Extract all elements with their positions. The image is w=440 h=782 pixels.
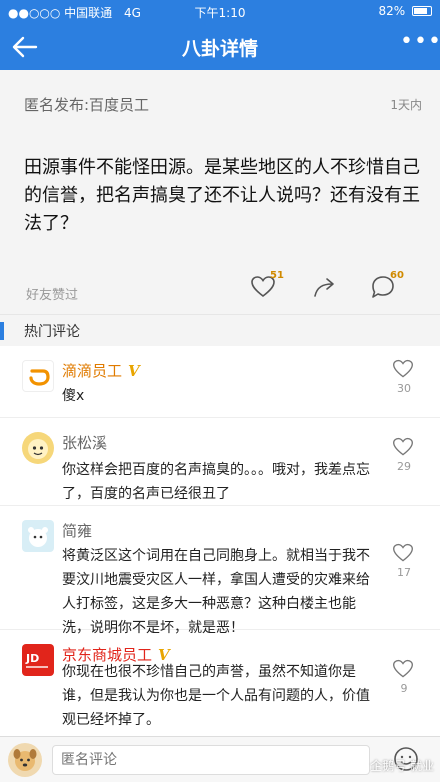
more-icon: ••• — [400, 29, 440, 54]
status-right: 82% — [378, 4, 432, 18]
battery-percent: 82% — [378, 4, 406, 18]
comment-like-button[interactable] — [392, 436, 416, 462]
comment-button[interactable]: 60 — [370, 270, 414, 304]
comment-text: 你这样会把百度的名声搞臭的。。。哦对，我差点忘了，百度的名声已经很丑了 — [62, 462, 370, 502]
comment-like-count: 29 — [397, 460, 411, 473]
comment-author: 滴滴员工 V — [62, 360, 140, 381]
heart-icon — [393, 659, 413, 678]
friends-liked-label: 好友赞过 — [26, 288, 79, 303]
comment-text: 你现在也很不珍惜自己的声誉，虽然不知道你是谁，但是我认为你也是一个人品有问题的人… — [62, 664, 370, 728]
comment-item: 简雍 将黄泛区这个词用在自己同胞身上。就相当于我不要汶川地震受灾区人一样，拿国人… — [0, 506, 440, 636]
comment-count: 60 — [390, 270, 404, 281]
nav-bar: 八卦详情 ••• — [0, 24, 440, 70]
cartoon-avatar-icon — [28, 439, 48, 459]
comment-like-count: 17 — [397, 566, 411, 579]
section-accent-bar — [0, 322, 4, 340]
avatar — [22, 520, 54, 552]
heart-icon — [393, 543, 413, 562]
comment-author: 简雍 — [62, 520, 92, 541]
hot-comments-title: 热门评论 — [24, 324, 80, 340]
heart-icon — [393, 437, 413, 456]
comment-item: 张松溪 你这样会把百度的名声搞臭的。。。哦对，我差点忘了，百度的名声已经很丑了 … — [0, 418, 440, 506]
comment-like-count: 9 — [400, 682, 408, 695]
comment-like-button[interactable] — [392, 658, 416, 684]
watermark: 企鹅号 就业 — [370, 759, 434, 773]
heart-icon — [393, 359, 413, 378]
battery-icon — [412, 6, 432, 16]
post-author: 匿名发布:百度员工 — [24, 96, 150, 114]
page-title: 八卦详情 — [181, 38, 258, 60]
comment-input[interactable] — [52, 745, 370, 775]
animal-avatar-icon — [28, 527, 48, 547]
comment-item: JD 京东商城员工 V 你现在也很不珍惜自己的声誉，虽然不知道你是谁，但是我认为你… — [0, 630, 440, 736]
status-bar: ●●○○○ 中国联通 4G 下午1:10 82% — [0, 0, 440, 22]
comment-like-count: 30 — [397, 382, 411, 395]
avatar — [22, 360, 54, 392]
author-name: 简雍 — [62, 522, 93, 540]
avatar: JD — [22, 644, 54, 676]
comment-item: 滴滴员工 V 傻x 30 — [0, 346, 440, 418]
more-button[interactable]: ••• — [400, 30, 440, 60]
like-count: 51 — [270, 270, 284, 281]
comment-text: 傻x — [62, 388, 85, 404]
post-content: 田源事件不能怪田源。是某些地区的人不珍惜自己的信誉，把名声搞臭了还不让人说吗？还… — [24, 157, 420, 234]
status-time: 下午1:10 — [194, 6, 246, 20]
hot-comments-header: 热门评论 — [0, 314, 440, 346]
like-button[interactable]: 51 — [250, 270, 290, 304]
comment-author: 张松溪 — [62, 432, 107, 453]
jd-logo-icon: JD — [25, 652, 48, 668]
post-card: 匿名发布:百度员工 1天内 田源事件不能怪田源。是某些地区的人不珍惜自己的信誉，… — [0, 70, 440, 314]
post-time: 1天内 — [390, 98, 422, 112]
dog-avatar-icon — [13, 749, 37, 771]
comment-input-bar: 企鹅号 就业 — [0, 736, 440, 782]
user-avatar[interactable] — [8, 743, 42, 777]
comment-like-button[interactable] — [392, 358, 416, 384]
comment-list: 滴滴员工 V 傻x 30 张松溪 你这样会把百度的名声搞臭的。。。哦对，我差点忘了… — [0, 346, 440, 736]
share-icon — [314, 278, 334, 297]
share-button[interactable] — [312, 274, 342, 304]
avatar — [22, 432, 54, 464]
didi-logo-icon — [29, 369, 50, 386]
comment-text: 将黄泛区这个词用在自己同胞身上。就相当于我不要汶川地震受灾区人一样，拿国人遭受的… — [62, 548, 370, 636]
verified-badge: V — [128, 362, 140, 380]
svg-text:JD: JD — [25, 652, 39, 665]
comment-like-button[interactable] — [392, 542, 416, 568]
author-name: 张松溪 — [62, 434, 108, 452]
top-bar: ●●○○○ 中国联通 4G 下午1:10 82% 八卦详情 ••• — [0, 0, 440, 70]
author-name: 滴滴员工 — [62, 362, 123, 380]
